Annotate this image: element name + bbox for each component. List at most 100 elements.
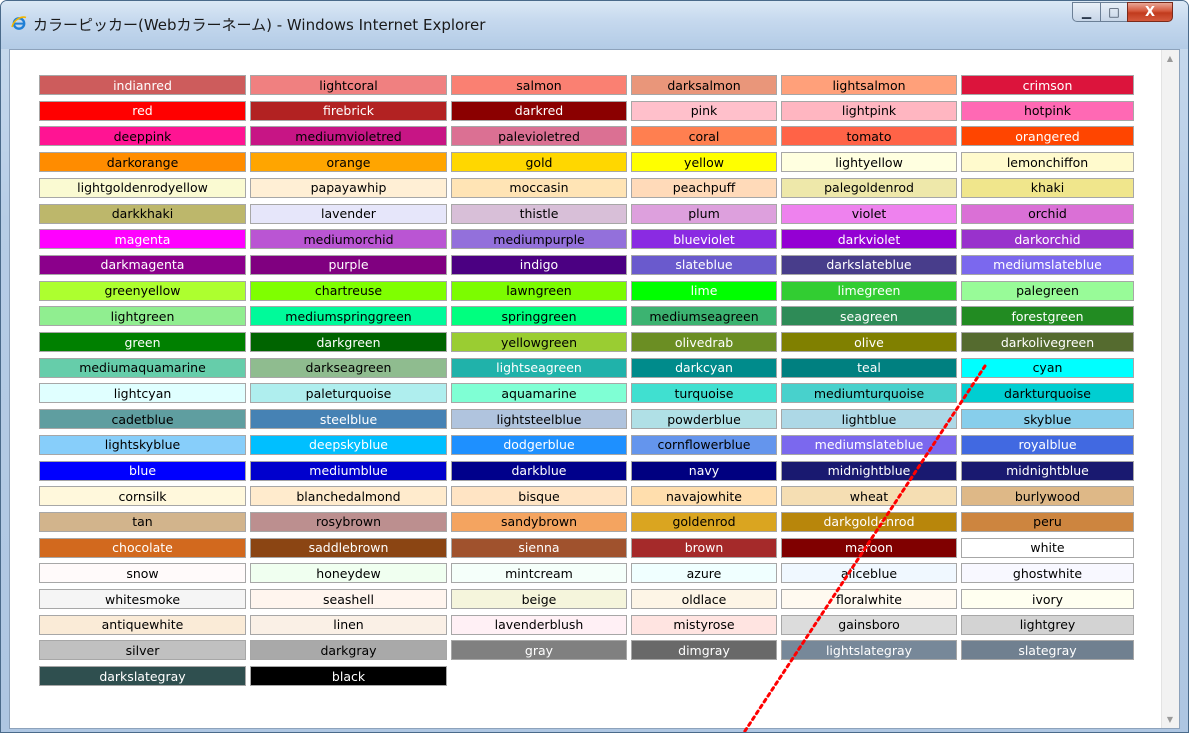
- color-swatch[interactable]: linen: [250, 614, 447, 635]
- color-swatch[interactable]: mediumseagreen: [631, 306, 777, 327]
- color-swatch[interactable]: tomato: [781, 126, 957, 147]
- color-swatch[interactable]: paleturquoise: [250, 383, 447, 404]
- color-swatch[interactable]: lightblue: [781, 409, 957, 430]
- color-swatch[interactable]: lightpink: [781, 100, 957, 121]
- color-swatch[interactable]: darkorchid: [961, 229, 1134, 250]
- color-swatch[interactable]: chartreuse: [250, 280, 447, 301]
- color-swatch[interactable]: palevioletred: [451, 126, 627, 147]
- color-swatch[interactable]: ghostwhite: [961, 563, 1134, 584]
- minimize-button[interactable]: ▁: [1072, 2, 1100, 22]
- color-swatch[interactable]: lightgreen: [39, 306, 246, 327]
- color-swatch[interactable]: darkcyan: [631, 357, 777, 378]
- color-swatch[interactable]: seagreen: [781, 306, 957, 327]
- close-button[interactable]: X: [1127, 2, 1173, 22]
- color-swatch[interactable]: skyblue: [961, 409, 1134, 430]
- color-swatch[interactable]: slateblue: [631, 254, 777, 275]
- color-swatch[interactable]: mediumblue: [250, 460, 447, 481]
- color-swatch[interactable]: rosybrown: [250, 511, 447, 532]
- color-swatch[interactable]: navajowhite: [631, 486, 777, 507]
- color-swatch[interactable]: salmon: [451, 75, 627, 95]
- color-swatch[interactable]: palegoldenrod: [781, 177, 957, 198]
- color-swatch[interactable]: lavenderblush: [451, 614, 627, 635]
- color-swatch[interactable]: mediumorchid: [250, 229, 447, 250]
- scroll-up-icon[interactable]: ▲: [1162, 50, 1178, 67]
- color-swatch[interactable]: midnightblue: [961, 460, 1134, 481]
- color-swatch[interactable]: moccasin: [451, 177, 627, 198]
- color-swatch[interactable]: aliceblue: [781, 563, 957, 584]
- color-swatch[interactable]: darkgray: [250, 640, 447, 661]
- color-swatch[interactable]: teal: [781, 357, 957, 378]
- color-swatch[interactable]: pink: [631, 100, 777, 121]
- color-swatch[interactable]: firebrick: [250, 100, 447, 121]
- color-swatch[interactable]: chocolate: [39, 537, 246, 558]
- color-swatch[interactable]: royalblue: [961, 434, 1134, 455]
- color-swatch[interactable]: mediumturquoise: [781, 383, 957, 404]
- color-swatch[interactable]: midnightblue: [781, 460, 957, 481]
- color-swatch[interactable]: red: [39, 100, 246, 121]
- color-swatch[interactable]: darkgreen: [250, 332, 447, 352]
- color-swatch[interactable]: black: [250, 666, 447, 687]
- color-swatch[interactable]: cornflowerblue: [631, 434, 777, 455]
- color-swatch[interactable]: palegreen: [961, 280, 1134, 301]
- color-swatch[interactable]: darkviolet: [781, 229, 957, 250]
- color-swatch[interactable]: lawngreen: [451, 280, 627, 301]
- color-swatch[interactable]: mediumpurple: [451, 229, 627, 250]
- title-bar[interactable]: カラーピッカー(Webカラーネーム) - Windows Internet Ex…: [1, 1, 1188, 49]
- color-swatch[interactable]: darkslategray: [39, 666, 246, 687]
- color-swatch[interactable]: orangered: [961, 126, 1134, 147]
- color-swatch[interactable]: deeppink: [39, 126, 246, 147]
- color-swatch[interactable]: peachpuff: [631, 177, 777, 198]
- color-swatch[interactable]: mediumslateblue: [781, 434, 957, 455]
- color-swatch[interactable]: mediumspringgreen: [250, 306, 447, 327]
- color-swatch[interactable]: turquoise: [631, 383, 777, 404]
- color-swatch[interactable]: plum: [631, 203, 777, 224]
- color-swatch[interactable]: lightslategray: [781, 640, 957, 661]
- color-swatch[interactable]: hotpink: [961, 100, 1134, 121]
- color-swatch[interactable]: violet: [781, 203, 957, 224]
- color-swatch[interactable]: sienna: [451, 537, 627, 558]
- color-swatch[interactable]: gold: [451, 152, 627, 173]
- color-swatch[interactable]: lightcoral: [250, 75, 447, 95]
- color-swatch[interactable]: mediumvioletred: [250, 126, 447, 147]
- color-swatch[interactable]: purple: [250, 254, 447, 275]
- color-swatch[interactable]: mediumslateblue: [961, 254, 1134, 275]
- color-swatch[interactable]: floralwhite: [781, 589, 957, 609]
- color-swatch[interactable]: darkseagreen: [250, 357, 447, 378]
- color-swatch[interactable]: olivedrab: [631, 332, 777, 352]
- color-swatch[interactable]: darksalmon: [631, 75, 777, 95]
- color-swatch[interactable]: coral: [631, 126, 777, 147]
- color-swatch[interactable]: limegreen: [781, 280, 957, 301]
- color-swatch[interactable]: khaki: [961, 177, 1134, 198]
- color-swatch[interactable]: oldlace: [631, 589, 777, 609]
- color-swatch[interactable]: cornsilk: [39, 486, 246, 507]
- color-swatch[interactable]: dodgerblue: [451, 434, 627, 455]
- color-swatch[interactable]: darkred: [451, 100, 627, 121]
- color-swatch[interactable]: ivory: [961, 589, 1134, 609]
- color-swatch[interactable]: mistyrose: [631, 614, 777, 635]
- color-swatch[interactable]: forestgreen: [961, 306, 1134, 327]
- color-swatch[interactable]: lightsteelblue: [451, 409, 627, 430]
- color-swatch[interactable]: powderblue: [631, 409, 777, 430]
- color-swatch[interactable]: green: [39, 332, 246, 352]
- color-swatch[interactable]: magenta: [39, 229, 246, 250]
- color-swatch[interactable]: steelblue: [250, 409, 447, 430]
- color-swatch[interactable]: silver: [39, 640, 246, 661]
- color-swatch[interactable]: maroon: [781, 537, 957, 558]
- color-swatch[interactable]: blueviolet: [631, 229, 777, 250]
- color-swatch[interactable]: beige: [451, 589, 627, 609]
- color-swatch[interactable]: seashell: [250, 589, 447, 609]
- color-swatch[interactable]: orchid: [961, 203, 1134, 224]
- color-swatch[interactable]: darkblue: [451, 460, 627, 481]
- color-swatch[interactable]: lavender: [250, 203, 447, 224]
- color-swatch[interactable]: snow: [39, 563, 246, 584]
- color-swatch[interactable]: peru: [961, 511, 1134, 532]
- color-swatch[interactable]: darkolivegreen: [961, 332, 1134, 352]
- color-swatch[interactable]: whitesmoke: [39, 589, 246, 609]
- color-swatch[interactable]: darkturquoise: [961, 383, 1134, 404]
- color-swatch[interactable]: olive: [781, 332, 957, 352]
- color-swatch[interactable]: azure: [631, 563, 777, 584]
- color-swatch[interactable]: blue: [39, 460, 246, 481]
- color-swatch[interactable]: orange: [250, 152, 447, 173]
- color-swatch[interactable]: springgreen: [451, 306, 627, 327]
- color-swatch[interactable]: indigo: [451, 254, 627, 275]
